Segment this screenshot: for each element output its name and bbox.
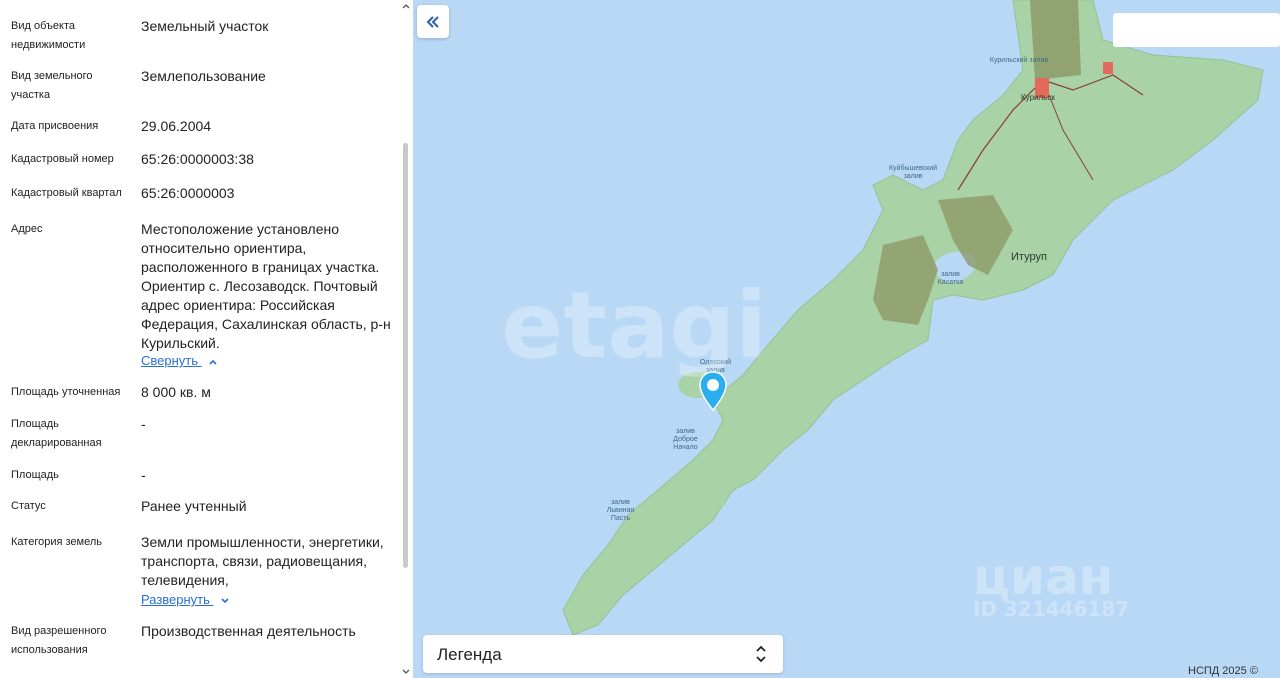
value-status: Ранее учтенный: [141, 498, 247, 514]
label-area-precise: Площадь уточненная: [11, 386, 121, 398]
value-area-precise: 8 000 кв. м: [141, 384, 211, 400]
label-land-type: Вид земельного участка: [11, 70, 93, 101]
label-area: Площадь: [11, 469, 59, 481]
value-area-declared: -: [141, 416, 146, 432]
label-land-category: Категория земель: [11, 536, 102, 548]
location-pin-icon[interactable]: [699, 371, 727, 411]
map-label-kasatka-bay: залив Касатка: [937, 271, 964, 286]
updown-chevron-icon: [756, 645, 766, 663]
value-object-type: Земельный участок: [141, 18, 269, 34]
value-assign-date: 29.06.2004: [141, 118, 212, 134]
map-label-lvinaya-past: залив Львиная Пасть: [606, 499, 635, 522]
chevron-up-icon: [209, 359, 217, 365]
map-view[interactable]: Курильский залив Курильск Куйбышевский з…: [413, 0, 1280, 678]
collapse-link[interactable]: Свернуть: [141, 353, 218, 369]
label-status: Статус: [11, 500, 46, 512]
scroll-up-arrow-icon[interactable]: [401, 2, 411, 10]
expand-label[interactable]: Развернуть: [141, 592, 210, 607]
map-copyright: НСПД 2025 ©: [1188, 665, 1258, 677]
label-area-declared: Площадь декларированная: [11, 418, 102, 449]
expand-link[interactable]: Развернуть: [141, 592, 230, 608]
legend-label: Легенда: [437, 645, 502, 664]
map-label-dobroe-nachalo: залив Доброе Начало: [673, 428, 698, 451]
scroll-down-arrow-icon[interactable]: [401, 668, 411, 676]
collapse-label[interactable]: Свернуть: [141, 353, 198, 368]
chevron-down-icon: [220, 597, 229, 603]
islet-shape: [710, 499, 726, 507]
label-object-type: Вид объекта недвижимости: [11, 20, 86, 51]
label-assign-date: Дата присвоения: [11, 120, 99, 132]
scrollbar-thumb[interactable]: [403, 143, 408, 568]
property-info-panel: Вид объекта недвижимости Земельный участ…: [0, 0, 413, 678]
value-land-type: Землепользование: [141, 68, 266, 84]
value-land-category: Земли промышленности, энергетики, трансп…: [141, 534, 384, 588]
map-label-iturup: Итуруп: [1011, 251, 1047, 263]
label-address: Адрес: [11, 223, 43, 235]
settlement-area: [1103, 62, 1113, 74]
label-permitted-use: Вид разрешенного использования: [11, 625, 107, 656]
map-label-kurilsky-bay: Курильский залив: [989, 57, 1049, 64]
value-permitted-use: Производственная деятельность: [141, 623, 356, 639]
legend-select[interactable]: Легенда: [423, 635, 783, 673]
label-cadastral-number: Кадастровый номер: [11, 153, 114, 165]
value-cadastral-number: 65:26:0000003:38: [141, 151, 254, 167]
map-label-kuybyshev-bay: Куйбышевский залив: [888, 165, 938, 180]
value-area: -: [141, 467, 146, 483]
collapse-panel-button[interactable]: [417, 5, 449, 38]
zone-polygon: [1030, 0, 1081, 80]
watermark-cian-id: ID 321446187: [973, 597, 1130, 621]
map-label-kurilsk: Курильск: [1021, 93, 1055, 102]
map-search-box[interactable]: [1113, 13, 1280, 47]
double-chevron-left-icon: [426, 15, 439, 28]
value-cadastral-quarter: 65:26:0000003: [141, 185, 235, 201]
value-address: Местоположение установлено относительно …: [141, 221, 391, 351]
label-cadastral-quarter: Кадастровый квартал: [11, 187, 122, 199]
watermark-etagi: etagi: [501, 272, 767, 379]
